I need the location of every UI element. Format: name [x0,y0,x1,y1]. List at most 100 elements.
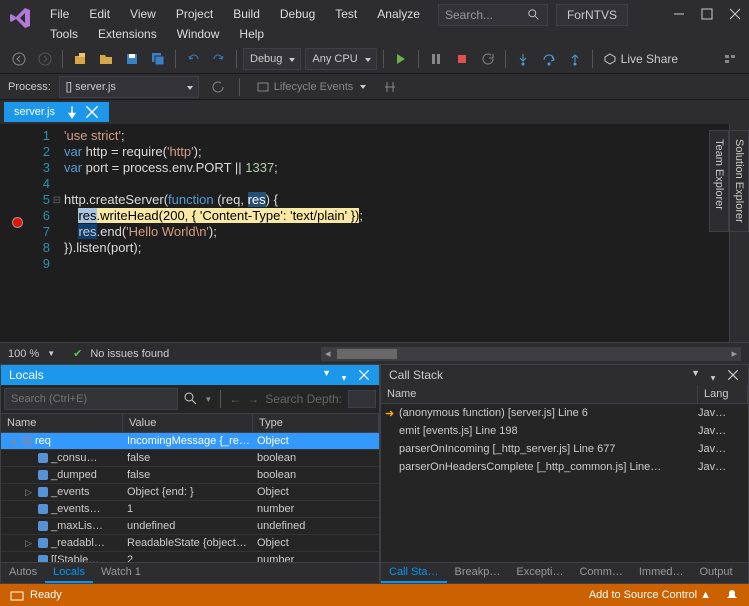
locals-panel: Locals ▼ ▼ ← → Search Depth: Name Value … [0,364,380,584]
menu-tools[interactable]: Tools [42,24,86,44]
dropdown-icon[interactable]: ▼ [322,368,331,382]
depth-input[interactable] [348,390,376,408]
breakpoint-gutter[interactable] [0,124,20,342]
search-box[interactable]: Search... [438,4,548,26]
code-editor[interactable]: 123456789 ⊟ 'use strict';var http = requ… [0,124,729,342]
locals-row[interactable]: _dumpedfalseboolean [1,467,379,484]
panel-tab[interactable]: Immed… [631,563,692,583]
menu-build[interactable]: Build [225,4,268,24]
col-value[interactable]: Value [123,414,253,432]
restart-button[interactable] [477,48,499,70]
close-panel-icon[interactable] [726,368,740,382]
tab-close-icon[interactable] [85,105,99,119]
menu-analyze[interactable]: Analyze [369,4,428,24]
h-scrollbar[interactable]: ◂▸ [321,347,741,361]
menu-view[interactable]: View [122,4,164,24]
callstack-row[interactable]: parserOnHeadersComplete [_http_common.js… [381,458,748,476]
col-name[interactable]: Name [1,414,123,432]
panel-tab[interactable]: Breakp… [447,563,509,583]
open-button[interactable] [95,48,117,70]
col-lang[interactable]: Lang [698,385,748,403]
panel-tab[interactable]: Watch 1 [93,563,149,583]
source-control-button[interactable]: Add to Source Control ▲ [589,589,711,601]
callstack-rows[interactable]: ➜(anonymous function) [server.js] Line 6… [381,404,748,562]
live-share-button[interactable]: Live Share [603,52,678,66]
panel-tab[interactable]: Comm… [571,563,630,583]
locals-row[interactable]: _maxLis…undefinedundefined [1,518,379,535]
locals-row[interactable]: _consu…falseboolean [1,450,379,467]
close-panel-icon[interactable] [357,368,371,382]
locals-row[interactable]: ▷_readabl…ReadableState {object…Object [1,535,379,552]
step-over-button[interactable] [538,48,560,70]
locals-row[interactable]: ▷_eventsObject {end: }Object [1,484,379,501]
lifecycle-dropdown[interactable]: Lifecycle Events [250,76,371,98]
pin-icon[interactable] [706,368,720,382]
platform-dropdown[interactable]: Any CPU [305,48,376,70]
process-refresh[interactable] [207,76,229,98]
continue-button[interactable] [390,48,412,70]
fold-column[interactable]: ⊟ [50,124,64,342]
col-name[interactable]: Name [381,385,698,403]
menu-debug[interactable]: Debug [272,4,323,24]
maximize-icon[interactable] [701,8,713,20]
menu-test[interactable]: Test [327,4,365,24]
locals-search-row: ▼ ← → Search Depth: [1,385,379,414]
locals-rows[interactable]: ▲reqIncomingMessage {_re…Object_consu…fa… [1,433,379,562]
undo-button[interactable] [182,48,204,70]
callstack-header[interactable]: Call Stack ▼ [381,365,748,385]
callstack-row[interactable]: ➜(anonymous function) [server.js] Line 6… [381,404,748,422]
pin-icon[interactable] [337,368,351,382]
dropdown-icon[interactable]: ▼ [691,368,700,382]
locals-row[interactable]: _events…1number [1,501,379,518]
nav-fwd-button[interactable] [34,48,56,70]
thread-button[interactable] [379,76,401,98]
code-content[interactable]: 'use strict';var http = require('http');… [64,124,729,342]
stop-button[interactable] [451,48,473,70]
callstack-title: Call Stack [389,368,443,382]
zoom-level[interactable]: 100 % [8,348,39,360]
new-project-button[interactable] [69,48,91,70]
panel-tab[interactable]: Excepti… [508,563,571,583]
menu-file[interactable]: File [42,4,77,24]
step-out-button[interactable] [564,48,586,70]
panel-tab[interactable]: Locals [45,563,93,583]
menu-window[interactable]: Window [169,24,228,44]
panel-tab[interactable]: Call Sta… [381,563,447,583]
panel-tab[interactable]: Output [691,563,740,583]
save-all-button[interactable] [147,48,169,70]
redo-button[interactable] [208,48,230,70]
save-button[interactable] [121,48,143,70]
nav-prev[interactable]: ← [229,392,241,406]
locals-header[interactable]: Locals ▼ [1,365,379,385]
locals-row[interactable]: [[Stable…2number [1,552,379,562]
locals-row[interactable]: ▲reqIncomingMessage {_re…Object [1,433,379,450]
menu-extensions[interactable]: Extensions [90,24,165,44]
search-icon[interactable] [184,392,198,406]
menu-help[interactable]: Help [231,24,272,44]
nav-back-button[interactable] [8,48,30,70]
callstack-row[interactable]: emit [events.js] Line 198Jav… [381,422,748,440]
issues-label[interactable]: No issues found [90,348,169,360]
menu-edit[interactable]: Edit [81,4,118,24]
locals-search-input[interactable] [4,388,178,410]
pin-icon[interactable] [65,105,79,119]
document-tab[interactable]: server.js [4,102,109,122]
process-label: Process: [8,81,51,93]
callstack-row[interactable]: parserOnIncoming [_http_server.js] Line … [381,440,748,458]
team-explorer-tab[interactable]: Team Explorer [709,130,729,232]
menu-project[interactable]: Project [168,4,221,24]
breakpoint-marker[interactable] [12,217,23,228]
solution-explorer-tab[interactable]: Solution Explorer [729,130,749,232]
nav-next[interactable]: → [247,392,259,406]
ntvs-button[interactable]: ForNTVS [556,4,628,26]
col-type[interactable]: Type [253,414,379,432]
step-into-button[interactable] [512,48,534,70]
minimize-icon[interactable] [673,8,685,20]
close-icon[interactable] [729,8,741,20]
panel-tab[interactable]: Autos [1,563,45,583]
pause-button[interactable] [425,48,447,70]
process-dropdown[interactable]: [] server.js [59,76,199,98]
config-dropdown[interactable]: Debug [243,48,301,70]
toolbar-overflow-button[interactable] [719,48,741,70]
notification-icon[interactable] [725,588,739,602]
